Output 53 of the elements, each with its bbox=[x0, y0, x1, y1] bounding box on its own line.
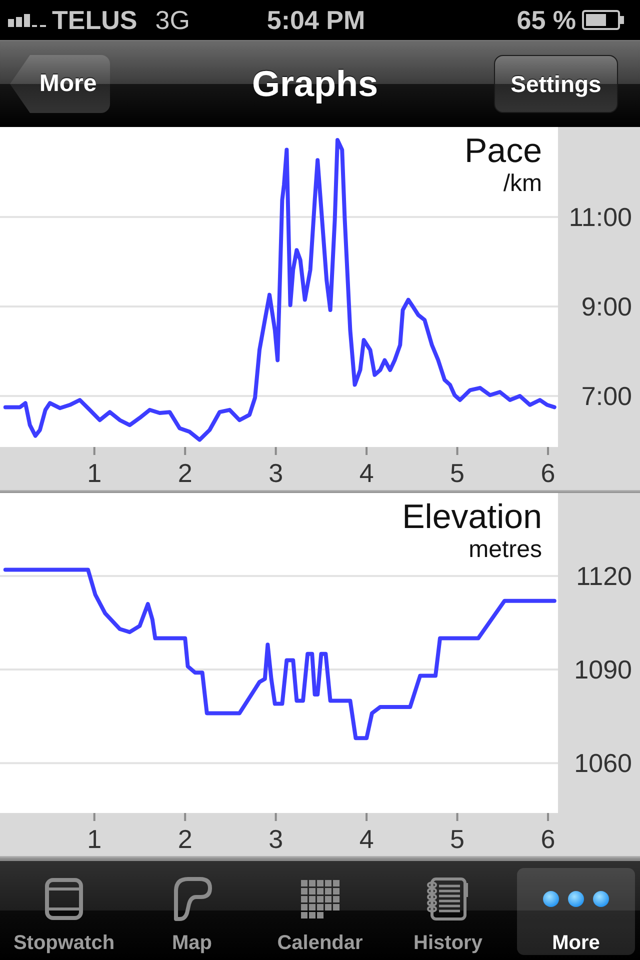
network-type: 3G bbox=[155, 4, 190, 36]
axis-tick bbox=[547, 813, 550, 821]
x-axis-label: 5 bbox=[450, 458, 465, 488]
back-button[interactable]: More bbox=[10, 55, 110, 113]
axis-tick bbox=[184, 447, 186, 455]
x-axis-label: 2 bbox=[178, 458, 192, 488]
tab-bar-item[interactable]: More bbox=[517, 868, 635, 955]
chart-title: Pace bbox=[464, 132, 542, 170]
signal-icon bbox=[8, 13, 46, 27]
notebook-icon bbox=[427, 877, 469, 921]
battery-percent: 65 % bbox=[516, 4, 576, 36]
y-axis-label: 1120 bbox=[576, 560, 632, 591]
x-axis-label: 4 bbox=[359, 824, 374, 854]
unit-label: metres bbox=[468, 536, 542, 563]
axis-tick bbox=[456, 447, 458, 455]
x-axis-label: 3 bbox=[268, 824, 284, 854]
axis-tick bbox=[274, 447, 277, 455]
axis-tick bbox=[366, 447, 368, 455]
settings-button[interactable]: Settings bbox=[494, 55, 618, 113]
unit-label: /km bbox=[503, 170, 542, 197]
clock-time: 5:04 PM bbox=[266, 4, 366, 36]
x-axis-label: 2 bbox=[178, 824, 192, 854]
tab-bar-item[interactable]: History bbox=[389, 868, 507, 955]
x-axis-label: 5 bbox=[450, 824, 465, 854]
x-axis-label: 6 bbox=[540, 824, 556, 854]
chart-title: Elevation bbox=[402, 498, 542, 536]
battery-icon bbox=[582, 10, 624, 30]
x-axis-label: 6 bbox=[540, 458, 556, 488]
x-axis-label: 1 bbox=[87, 824, 102, 854]
y-axis-label: 1090 bbox=[574, 654, 632, 685]
tab-bar-item[interactable]: Calendar bbox=[261, 868, 379, 955]
axis-tick bbox=[456, 813, 458, 821]
grid-icon bbox=[300, 880, 340, 918]
axis-tick bbox=[93, 447, 96, 455]
axis-tick bbox=[274, 813, 277, 821]
axis-tick bbox=[547, 447, 550, 455]
x-axis-label: 4 bbox=[359, 458, 374, 488]
route-icon bbox=[172, 877, 212, 921]
axis-tick bbox=[366, 813, 368, 821]
y-axis-label: 1060 bbox=[574, 748, 632, 778]
y-axis-label: 11:00 bbox=[568, 202, 632, 232]
carrier-name: TELUS bbox=[52, 4, 138, 36]
y-axis-label: 7:00 bbox=[581, 380, 632, 411]
x-axis-label: 3 bbox=[268, 458, 284, 488]
tab-bar-item[interactable]: Map bbox=[133, 868, 251, 955]
tab-bar-item[interactable]: Stopwatch bbox=[5, 868, 123, 955]
more-icon bbox=[542, 890, 610, 908]
panel-icon bbox=[45, 878, 83, 920]
axis-tick bbox=[184, 813, 186, 821]
screen-title: Graphs bbox=[252, 63, 378, 105]
x-axis-label: 1 bbox=[87, 458, 102, 488]
y-axis-label: 9:00 bbox=[581, 291, 632, 322]
axis-tick bbox=[93, 813, 96, 821]
